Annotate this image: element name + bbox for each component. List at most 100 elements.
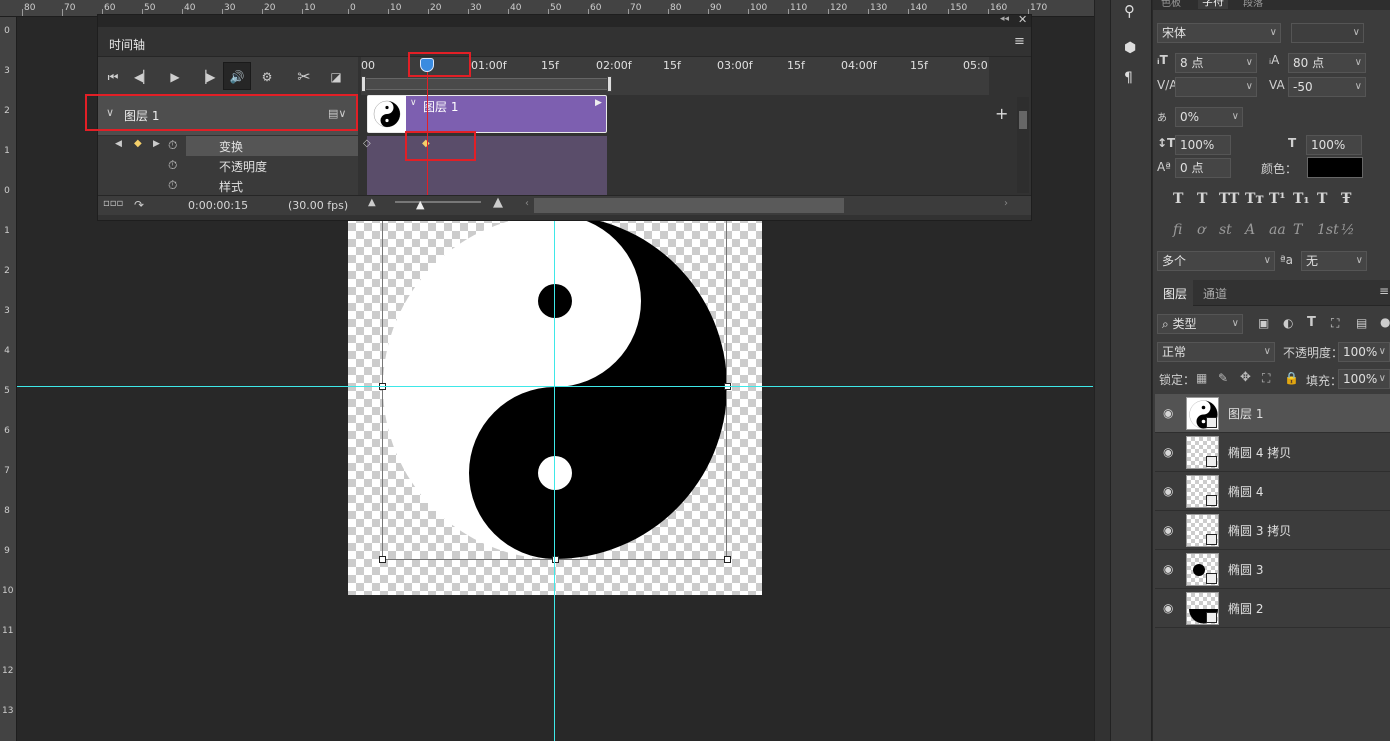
visibility-eye-icon[interactable]: ◉: [1163, 601, 1173, 615]
layer-row[interactable]: ◉ 椭圆 4 拷贝: [1155, 433, 1390, 472]
collapse-icon[interactable]: ◂◂: [1000, 14, 1009, 24]
filter-shape-icon[interactable]: ⛶: [1331, 316, 1339, 331]
layer-row[interactable]: ◉ 椭圆 3 拷贝: [1155, 511, 1390, 550]
play-icon[interactable]: ▶: [166, 68, 184, 86]
scroll-thumb[interactable]: [1019, 111, 1027, 129]
stopwatch-icon[interactable]: ⏱: [168, 138, 177, 153]
prev-keyframe-icon[interactable]: ◀: [115, 139, 122, 149]
audio-icon[interactable]: 🔊: [223, 62, 251, 90]
language-select[interactable]: 多个 ∨: [1157, 251, 1275, 271]
vertical-guide[interactable]: [554, 215, 555, 741]
video-clip[interactable]: ∨ 图层 1 ▶: [367, 95, 607, 133]
text-style-button[interactable]: Tт: [1245, 191, 1264, 207]
visibility-eye-icon[interactable]: ◉: [1163, 523, 1173, 537]
opentype-feature-button[interactable]: aa: [1269, 222, 1286, 238]
text-style-button[interactable]: T¹: [1269, 191, 1286, 207]
zoom-slider-thumb[interactable]: ▲: [416, 198, 424, 211]
tab-character[interactable]: 字符: [1198, 0, 1228, 9]
visibility-eye-icon[interactable]: ◉: [1163, 406, 1173, 420]
add-track-button[interactable]: +: [995, 104, 1008, 123]
playhead-line[interactable]: [427, 59, 428, 197]
layer-row[interactable]: ◉ 椭圆 4: [1155, 472, 1390, 511]
transform-handle-bottom-right[interactable]: [724, 556, 731, 563]
keyframe-diamond-icon[interactable]: ◆: [134, 138, 142, 149]
vertical-scale-input[interactable]: 100%: [1175, 135, 1231, 155]
font-family-select[interactable]: 宋体 ∨: [1157, 23, 1281, 43]
blend-mode-select[interactable]: 正常 ∨: [1157, 342, 1275, 362]
go-to-first-frame-icon[interactable]: ⏮: [104, 68, 122, 86]
next-keyframe-icon[interactable]: ▶: [153, 139, 160, 149]
3d-cube-icon[interactable]: ⬢: [1124, 40, 1136, 56]
baseline-shift-input[interactable]: 0 点: [1175, 158, 1231, 178]
zoom-out-icon[interactable]: ▲: [368, 197, 376, 208]
style-subtrack[interactable]: [367, 176, 607, 195]
tab-layers[interactable]: 图层: [1163, 285, 1187, 302]
opentype-feature-button[interactable]: 1st: [1317, 222, 1339, 238]
text-style-button[interactable]: T: [1317, 191, 1327, 207]
visibility-eye-icon[interactable]: ◉: [1163, 484, 1173, 498]
opentype-feature-button[interactable]: T: [1293, 222, 1302, 238]
property-row-style[interactable]: ⏱ 样式: [98, 176, 358, 196]
zoom-in-icon[interactable]: ▲: [493, 195, 503, 210]
paragraph-style-icon[interactable]: ¶: [1124, 70, 1133, 86]
leading-select[interactable]: 80 点 ∨: [1288, 53, 1366, 73]
visibility-eye-icon[interactable]: ◉: [1163, 445, 1173, 459]
kerning-select[interactable]: ∨: [1175, 77, 1257, 97]
next-frame-icon[interactable]: ▕▶: [197, 68, 215, 86]
tracking-select[interactable]: -50 ∨: [1288, 77, 1366, 97]
text-style-button[interactable]: T₁: [1293, 191, 1310, 207]
lock-transparent-icon[interactable]: ▦: [1196, 371, 1207, 385]
text-style-button[interactable]: Ŧ: [1341, 191, 1351, 207]
transition-icon[interactable]: ◪: [327, 68, 345, 86]
layer-row[interactable]: ◉ 椭圆 3: [1155, 550, 1390, 589]
layer-filter-select[interactable]: ⌕ 类型 ∨: [1157, 314, 1243, 334]
font-style-select[interactable]: ∨: [1291, 23, 1364, 43]
visibility-eye-icon[interactable]: ◉: [1163, 562, 1173, 576]
filter-image-icon[interactable]: ▣: [1258, 316, 1269, 330]
text-style-button[interactable]: TT: [1219, 191, 1239, 207]
split-scissors-icon[interactable]: ✂: [295, 68, 313, 86]
lock-all-icon[interactable]: 🔒: [1284, 371, 1299, 385]
timeline-titlebar[interactable]: ◂◂ ✕: [98, 13, 1031, 27]
opentype-feature-button[interactable]: st: [1219, 222, 1232, 238]
opacity-input[interactable]: 100% ∨: [1338, 342, 1390, 362]
horizontal-guide[interactable]: [17, 386, 1093, 387]
fill-input[interactable]: 100% ∨: [1338, 369, 1390, 389]
text-style-button[interactable]: T: [1197, 191, 1207, 207]
previous-frame-icon[interactable]: ◀▏: [134, 68, 152, 86]
opentype-feature-button[interactable]: ơ: [1197, 222, 1205, 238]
lock-move-icon[interactable]: ✥: [1240, 370, 1251, 385]
frame-animation-icon[interactable]: ▫▫▫: [103, 198, 123, 209]
close-icon[interactable]: ✕: [1018, 13, 1027, 26]
opacity-subtrack[interactable]: [367, 156, 607, 176]
layer-row[interactable]: ◉ 椭圆 2: [1155, 589, 1390, 628]
settings-gear-icon[interactable]: ⚙: [258, 68, 276, 86]
lock-artboard-icon[interactable]: ⛶: [1262, 371, 1270, 386]
layer-row[interactable]: ◉ 图层 1: [1155, 394, 1390, 433]
filter-adjustment-icon[interactable]: ◐: [1283, 316, 1293, 330]
transform-handle-bottom-left[interactable]: [379, 556, 386, 563]
clip-chevron-icon[interactable]: ∨: [410, 98, 417, 108]
tab-channels[interactable]: 通道: [1203, 285, 1227, 302]
text-style-button[interactable]: T: [1173, 191, 1183, 207]
tab-swatches[interactable]: 色板: [1161, 0, 1181, 9]
lock-paint-icon[interactable]: ✎: [1218, 371, 1228, 385]
scroll-left-icon[interactable]: ‹: [525, 198, 529, 209]
zoom-slider-track[interactable]: [395, 201, 481, 203]
opentype-feature-button[interactable]: A: [1245, 222, 1255, 238]
opentype-feature-button[interactable]: fi: [1173, 222, 1182, 238]
transform-subtrack[interactable]: ◇ ◆: [363, 136, 607, 156]
timeline-tab[interactable]: 时间轴 ≡: [98, 29, 1031, 57]
layers-menu-icon[interactable]: ≡: [1379, 284, 1389, 298]
stopwatch-icon[interactable]: ⏱: [168, 178, 177, 193]
property-row-opacity[interactable]: ⏱ 不透明度: [98, 156, 358, 176]
horizontal-scroll-thumb[interactable]: [534, 198, 844, 213]
opentype-feature-button[interactable]: ½: [1341, 222, 1355, 238]
vertical-scrollbar[interactable]: [1017, 97, 1029, 193]
filter-type-icon[interactable]: T: [1307, 315, 1316, 330]
tsume-select[interactable]: 0% ∨: [1175, 107, 1243, 127]
work-area-start-handle[interactable]: [361, 76, 366, 92]
canvas-vertical-scrollbar[interactable]: [1094, 0, 1110, 741]
render-arrow-icon[interactable]: ↷: [134, 198, 144, 212]
clip-end-arrow-icon[interactable]: ▶: [595, 98, 602, 108]
